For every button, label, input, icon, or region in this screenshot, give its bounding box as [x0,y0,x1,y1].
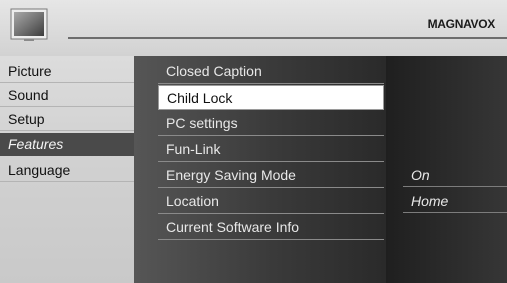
features-submenu: Closed Caption Child Lock PC settings Fu… [134,56,386,283]
main-menu: Picture Sound Setup Features Language [0,56,134,283]
submenu-item-pc-settings[interactable]: PC settings [158,111,384,136]
energy-saving-mode-value[interactable]: On [403,164,507,187]
menu-item-features[interactable]: Features [0,133,134,156]
header-divider [68,37,507,39]
tv-screen-icon [10,8,48,41]
menu-item-setup[interactable]: Setup [0,108,134,131]
submenu-item-child-lock[interactable]: Child Lock [158,85,384,110]
menu-item-picture[interactable]: Picture [0,60,134,83]
submenu-item-fun-link[interactable]: Fun-Link [158,137,384,162]
submenu-item-current-software-info[interactable]: Current Software Info [158,215,384,240]
location-value[interactable]: Home [403,190,507,213]
brand-logo: MAGNAVOX [427,17,496,31]
submenu-item-location[interactable]: Location [158,189,384,214]
submenu-item-closed-caption[interactable]: Closed Caption [158,59,384,84]
value-column: On Home [386,56,507,283]
header-bar: MAGNAVOX [0,0,507,56]
menu-item-language[interactable]: Language [0,159,134,182]
menu-item-sound[interactable]: Sound [0,84,134,107]
submenu-item-energy-saving-mode[interactable]: Energy Saving Mode [158,163,384,188]
